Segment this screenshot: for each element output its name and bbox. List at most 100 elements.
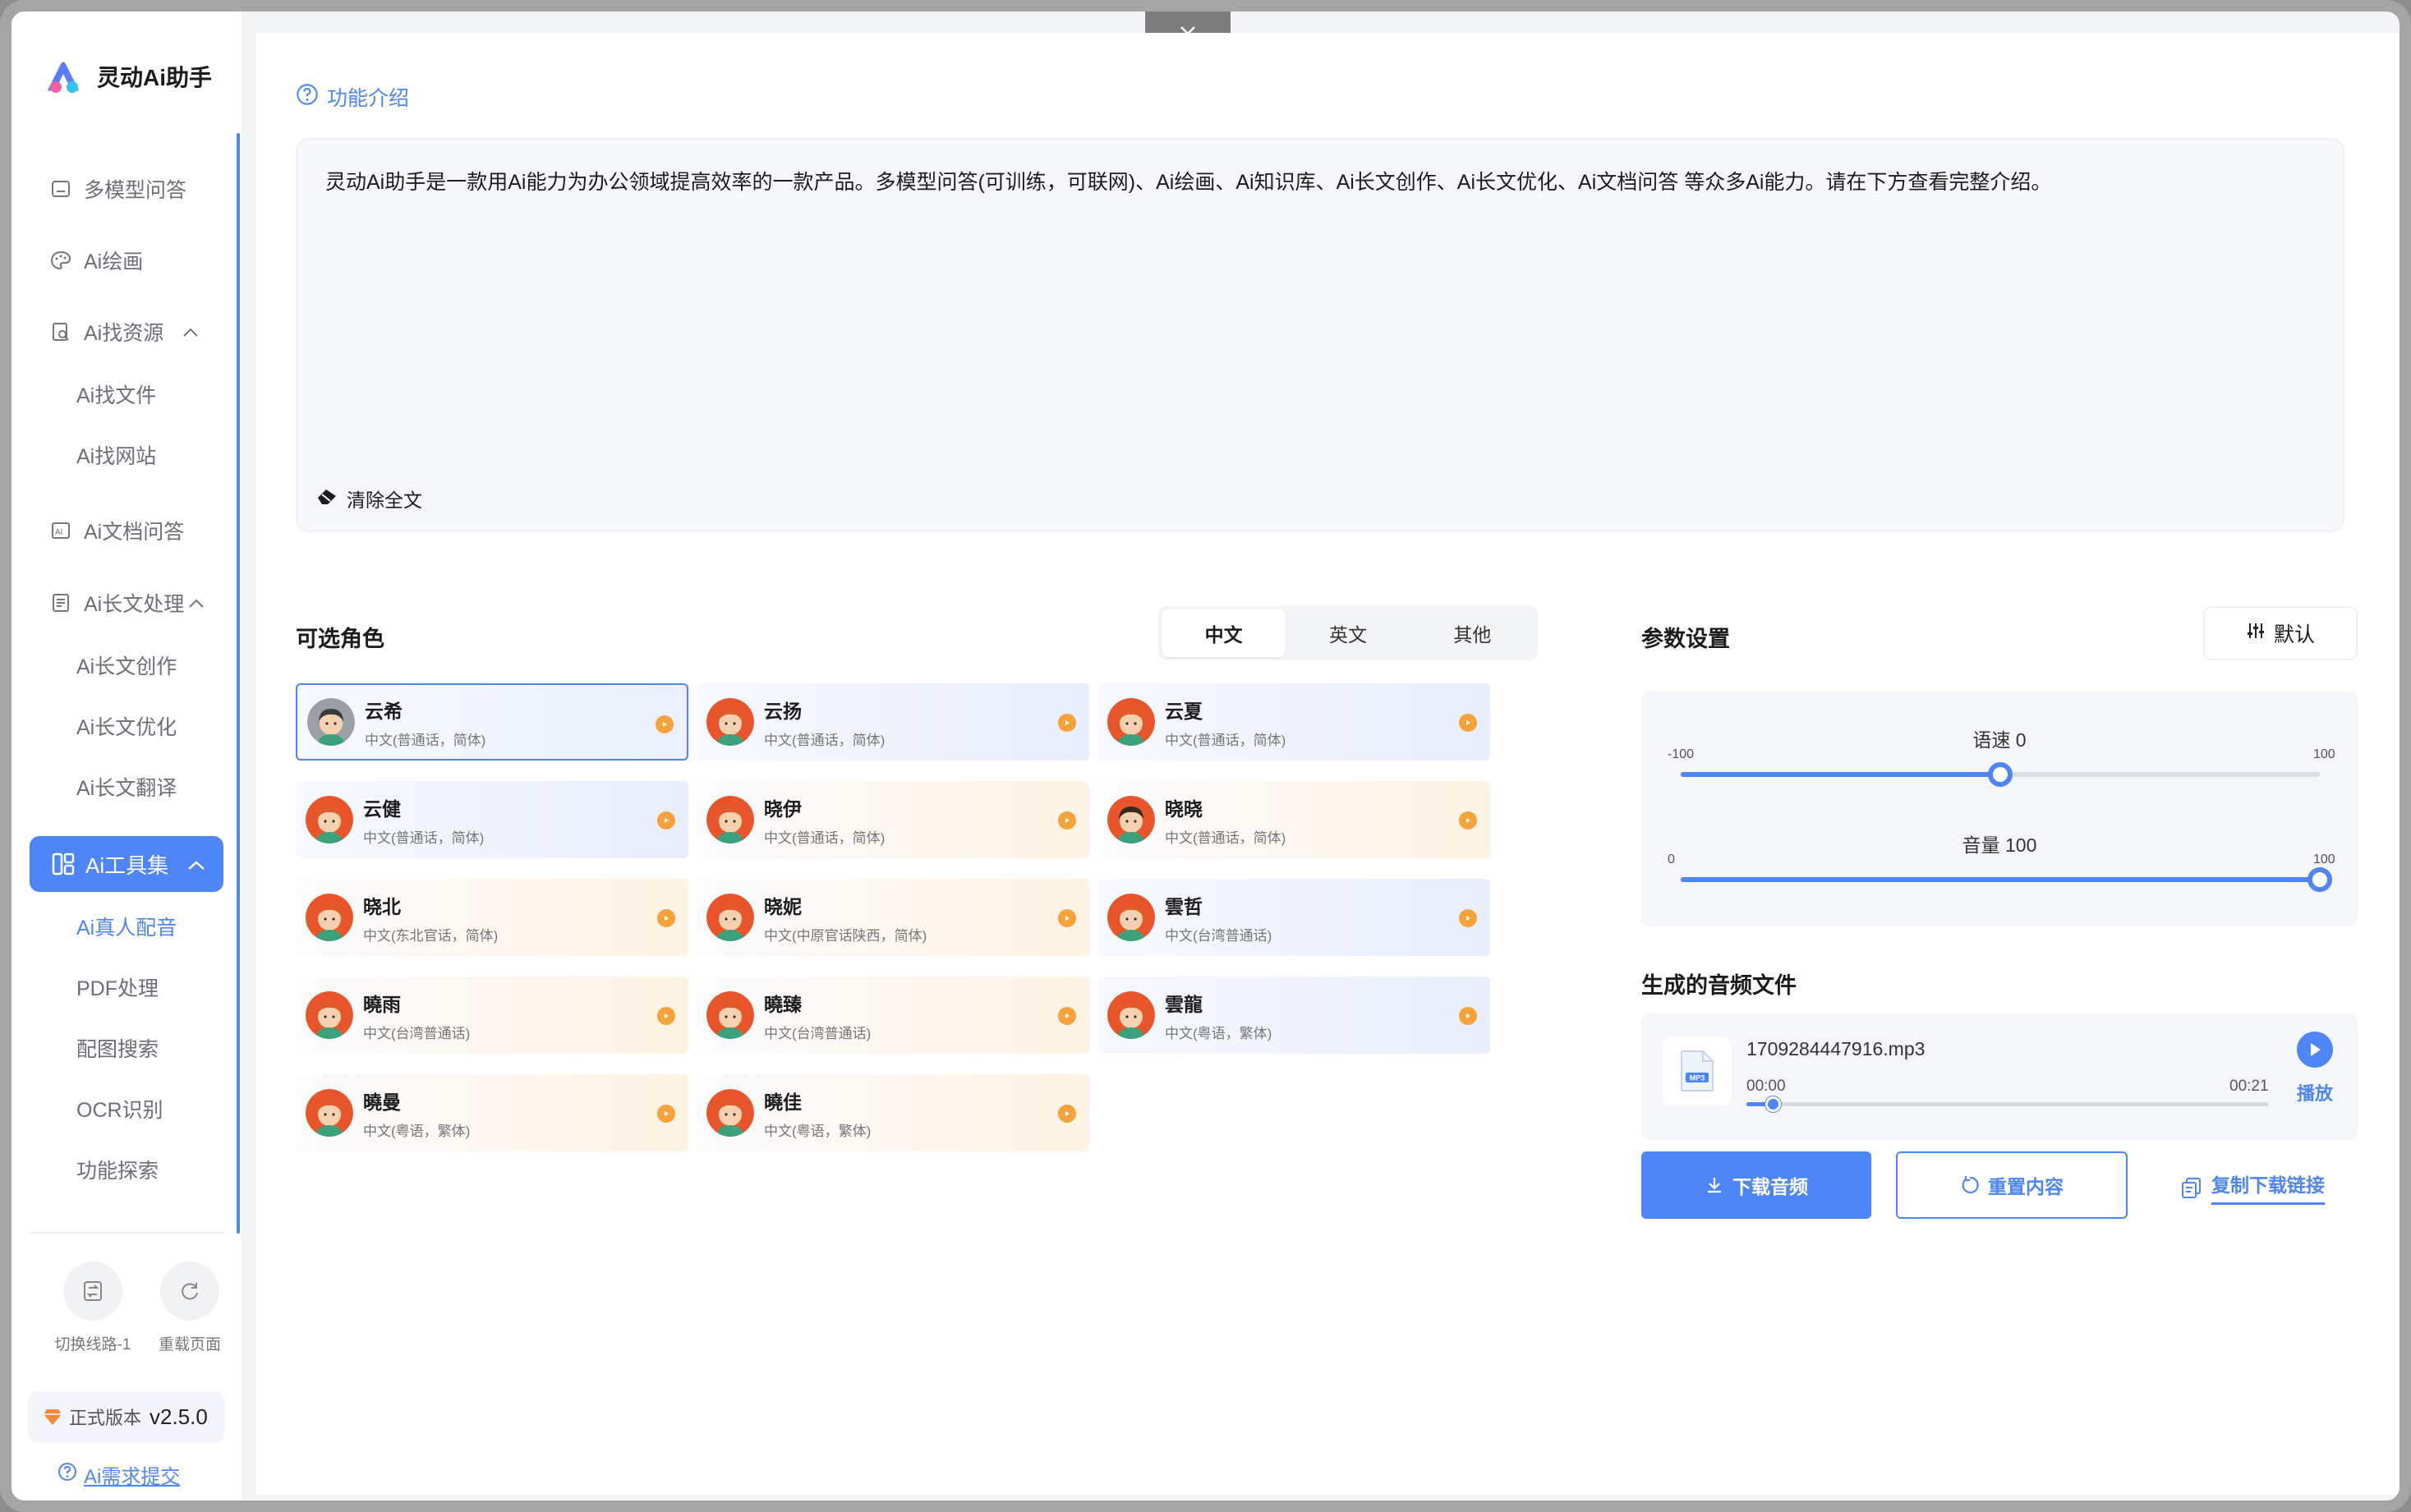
sidebar-scrollbar[interactable]	[237, 133, 240, 1234]
play-icon[interactable]	[2297, 1032, 2333, 1068]
voice-card[interactable]: 云希 中文(普通话，简体)	[296, 683, 688, 761]
sidebar-item-label: Ai找资源	[84, 322, 164, 345]
switch-line-button[interactable]: 切换线路-1	[48, 1262, 138, 1354]
voice-card[interactable]: 云健 中文(普通话，简体)	[296, 781, 688, 858]
play-preview-icon[interactable]	[657, 811, 675, 830]
voice-card[interactable]: 雲哲 中文(台湾普通话)	[1097, 879, 1490, 956]
play-preview-icon[interactable]	[1459, 714, 1477, 732]
sidebar-item-ai-long-text-translate[interactable]: Ai长文翻译	[76, 772, 177, 802]
voice-description: 中文(普通话，简体)	[764, 732, 886, 748]
sidebar-item-ai-voice-dubbing[interactable]: Ai真人配音	[76, 912, 177, 941]
feature-intro-label: 功能介绍	[327, 87, 410, 110]
sidebar-item-ai-long-text[interactable]: Ai长文处理	[49, 586, 205, 619]
play-preview-icon[interactable]	[1058, 811, 1076, 830]
voice-card[interactable]: 曉雨 中文(台湾普通话)	[296, 977, 688, 1054]
tab-english[interactable]: 英文	[1286, 609, 1410, 657]
play-preview-icon[interactable]	[1459, 909, 1477, 927]
audio-file-card: MP3 1709284447916.mp3 00:00 00:21 播放	[1641, 1013, 2358, 1140]
sidebar-item-ai-long-text-create[interactable]: Ai长文创作	[76, 650, 177, 680]
volume-slider-fill	[1681, 877, 2320, 882]
sidebar-item-ai-find-resources[interactable]: Ai找资源	[49, 315, 200, 348]
voice-card[interactable]: 曉佳 中文(粤语，繁体)	[697, 1074, 1089, 1151]
voice-description: 中文(台湾普通话)	[363, 1025, 471, 1041]
voice-card[interactable]: 雲龍 中文(粤语，繁体)	[1097, 977, 1490, 1054]
audio-progress-bar[interactable]	[1746, 1096, 2269, 1112]
copy-download-link-button[interactable]: 复制下载链接	[2180, 1170, 2325, 1205]
speed-slider-fill	[1681, 772, 2000, 777]
voice-card[interactable]: 晓伊 中文(普通话，简体)	[697, 781, 1089, 858]
download-icon	[1705, 1175, 1724, 1195]
avatar-icon	[306, 894, 353, 941]
avatar-icon	[1107, 991, 1155, 1039]
version-label: 正式版本	[69, 1408, 142, 1428]
play-preview-icon[interactable]	[1058, 714, 1076, 732]
voice-card[interactable]: 云夏 中文(普通话，简体)	[1097, 683, 1490, 761]
sidebar-item-ocr[interactable]: OCR识别	[76, 1094, 163, 1124]
version-number: v2.5.0	[150, 1404, 208, 1429]
ai-request-link[interactable]: Ai需求提交	[58, 1460, 180, 1489]
play-preview-icon[interactable]	[656, 715, 674, 733]
reset-content-button[interactable]: 重置内容	[1896, 1151, 2128, 1219]
reload-page-button[interactable]: 重载页面	[145, 1262, 235, 1354]
download-audio-button[interactable]: 下载音频	[1641, 1151, 1871, 1219]
sidebar-item-pdf[interactable]: PDF处理	[76, 972, 159, 1002]
volume-slider[interactable]	[1681, 867, 2332, 892]
avatar-icon	[706, 796, 754, 843]
voice-name: 曉曼	[363, 1091, 401, 1113]
voice-card[interactable]: 晓妮 中文(中原官话陕西，简体)	[697, 879, 1089, 956]
voice-card[interactable]: 晓晓 中文(普通话，简体)	[1097, 781, 1490, 858]
sidebar-item-ai-drawing[interactable]: Ai绘画	[49, 244, 143, 277]
diamond-icon	[44, 1409, 62, 1425]
voice-name: 晓晓	[1165, 797, 1203, 820]
voice-card[interactable]: 晓北 中文(东北官话，简体)	[296, 879, 688, 956]
audio-progress-thumb[interactable]	[1765, 1096, 1781, 1112]
sidebar-item-ai-toolset[interactable]: Ai工具集	[30, 836, 223, 892]
clear-all-button[interactable]: 清除全文	[315, 485, 422, 512]
version-badge: 正式版本 v2.5.0	[28, 1391, 225, 1442]
tab-chinese[interactable]: 中文	[1162, 609, 1286, 657]
voice-description: 中文(台湾普通话)	[1165, 927, 1272, 944]
play-preview-icon[interactable]	[1058, 1007, 1076, 1025]
voice-description: 中文(粤语，繁体)	[363, 1123, 471, 1139]
sidebar-item-ai-long-text-optimize[interactable]: Ai长文优化	[76, 711, 177, 741]
sidebar-item-ai-find-files[interactable]: Ai找文件	[76, 379, 156, 409]
voice-card[interactable]: 云扬 中文(普通话，简体)	[697, 683, 1089, 761]
file-search-icon	[49, 320, 72, 343]
sidebar-item-ai-find-websites[interactable]: Ai找网站	[76, 440, 156, 470]
play-label[interactable]: 播放	[2297, 1079, 2333, 1105]
clear-all-label: 清除全文	[347, 489, 422, 511]
reload-page-label: 重载页面	[158, 1336, 221, 1353]
copy-link-label: 复制下载链接	[2211, 1170, 2325, 1205]
volume-slider-thumb[interactable]	[2307, 867, 2332, 892]
home-icon	[49, 177, 72, 200]
speed-slider-thumb[interactable]	[1988, 762, 2013, 787]
avatar-icon	[706, 698, 754, 746]
tab-other[interactable]: 其他	[1410, 609, 1534, 657]
reset-icon	[1960, 1175, 1980, 1195]
play-preview-icon[interactable]	[1459, 811, 1477, 830]
app-window: 灵动Ai助手 多模型问答 Ai绘画 Ai找资源 Ai找文件 Ai找网站 AI A…	[0, 0, 2411, 1512]
app-logo[interactable]: 灵动Ai助手	[44, 59, 212, 94]
sidebar-item-image-search[interactable]: 配图搜索	[76, 1033, 159, 1063]
sidebar: 灵动Ai助手 多模型问答 Ai绘画 Ai找资源 Ai找文件 Ai找网站 AI A…	[12, 11, 242, 1501]
play-preview-icon[interactable]	[1058, 909, 1076, 927]
voice-description: 中文(普通话，简体)	[365, 732, 486, 748]
play-preview-icon[interactable]	[657, 1105, 675, 1123]
sidebar-item-ai-doc-qa[interactable]: AI Ai文档问答	[49, 514, 184, 547]
feature-intro-link[interactable]: 功能介绍	[296, 82, 409, 112]
play-preview-icon[interactable]	[1459, 1007, 1477, 1025]
play-preview-icon[interactable]	[1058, 1105, 1076, 1123]
sidebar-item-multi-model-qa[interactable]: 多模型问答	[49, 172, 186, 205]
speed-slider[interactable]	[1681, 762, 2320, 787]
text-input-area[interactable]: 灵动Ai助手是一款用Ai能力为办公领域提高效率的一款产品。多模型问答(可训练，可…	[296, 138, 2344, 532]
document-icon	[49, 591, 72, 614]
play-preview-icon[interactable]	[657, 909, 675, 927]
text-content[interactable]: 灵动Ai助手是一款用Ai能力为办公领域提高效率的一款产品。多模型问答(可训练，可…	[325, 168, 2051, 199]
play-preview-icon[interactable]	[657, 1007, 675, 1025]
voice-card[interactable]: 曉曼中文(粤语，繁体)	[296, 1074, 688, 1151]
default-settings-button[interactable]: 默认	[2203, 606, 2358, 660]
main-panel: 功能介绍 灵动Ai助手是一款用Ai能力为办公领域提高效率的一款产品。多模型问答(…	[256, 33, 2399, 1495]
sidebar-item-explore[interactable]: 功能探索	[76, 1155, 159, 1184]
voice-card[interactable]: 曉臻 中文(台湾普通话)	[697, 977, 1089, 1054]
logo-icon	[48, 62, 79, 93]
